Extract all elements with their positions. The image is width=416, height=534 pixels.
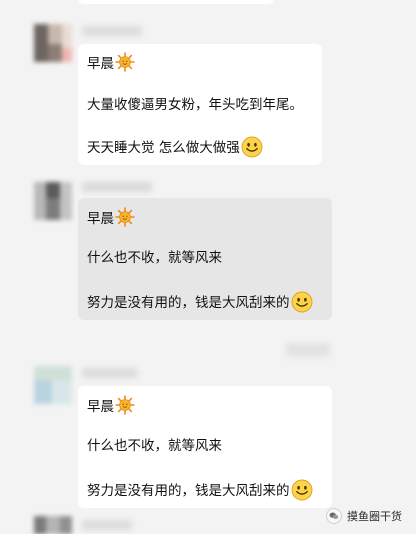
message-greeting: 早晨 [87, 395, 135, 416]
avatar[interactable] [34, 516, 72, 534]
watermark-text: 摸鱼圈干货 [347, 510, 402, 523]
sender-name [82, 368, 138, 378]
message-text: 天天睡大觉 怎么做大做强 [87, 136, 263, 158]
smile-emoji-icon [290, 291, 313, 313]
avatar[interactable] [34, 24, 72, 62]
sun-emoji-icon [115, 207, 135, 227]
message-text: 努力是没有用的，钱是大风刮来的 [87, 291, 313, 313]
message-greeting: 早晨 [87, 207, 135, 228]
sender-name [82, 182, 152, 192]
message-bubble[interactable]: 早晨 大量收傻逼男女粉，年头吃到年尾。 天天睡大觉 怎么做大做强 [78, 44, 322, 165]
avatar[interactable] [34, 182, 72, 220]
avatar[interactable] [34, 366, 72, 404]
smile-emoji-icon [290, 479, 313, 501]
message-greeting: 早晨 [87, 52, 135, 73]
wechat-logo-icon [326, 508, 342, 524]
message-text: 大量收傻逼男女粉，年头吃到年尾。 [87, 97, 303, 113]
sun-emoji-icon [115, 52, 135, 72]
message-text: 什么也不收，就等风来 [87, 250, 222, 266]
message-bubble-selected[interactable]: 早晨 什么也不收，就等风来 努力是没有用的，钱是大风刮来的 [78, 198, 332, 320]
watermark: 摸鱼圈干货 [326, 508, 402, 524]
smile-emoji-icon [241, 136, 263, 158]
sender-name [82, 26, 142, 36]
previous-message-bubble[interactable] [78, 0, 274, 4]
timestamp [286, 343, 330, 357]
message-text: 努力是没有用的，钱是大风刮来的 [87, 479, 313, 501]
sender-name [82, 520, 132, 530]
message-bubble[interactable]: 早晨 什么也不收，就等风来 努力是没有用的，钱是大风刮来的 [78, 386, 332, 508]
message-text: 什么也不收，就等风来 [87, 438, 222, 454]
sun-emoji-icon [115, 395, 135, 415]
